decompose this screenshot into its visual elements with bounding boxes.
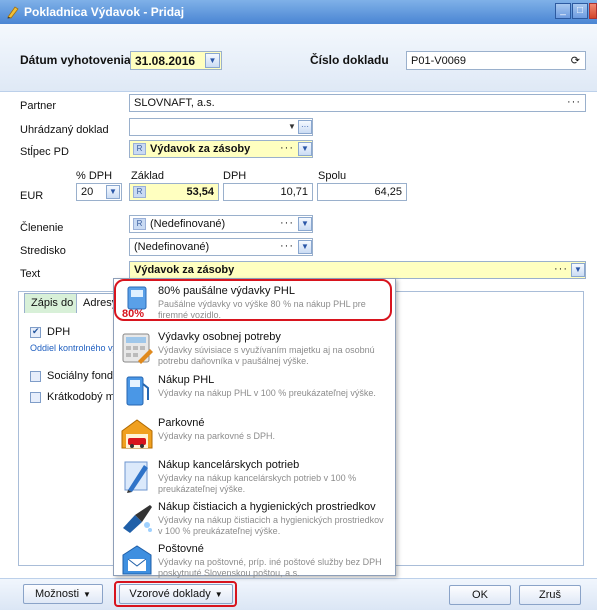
partner-field[interactable]: SLOVNAFT, a.s. ···	[129, 94, 586, 112]
currency-label: EUR	[20, 190, 44, 202]
menu-item-desc: Výdavky na poštovné, príp. iné poštové s…	[158, 557, 382, 578]
zaklad-label: Základ	[131, 170, 165, 182]
menu-item-desc: Výdavky na parkovné s DPH.	[158, 431, 276, 441]
stredisko-ellipsis-button[interactable]: ···	[280, 240, 294, 252]
calculator-icon	[120, 331, 154, 365]
clenenie-r-badge: R	[133, 218, 146, 230]
garage-car-icon	[120, 417, 154, 451]
socialny-fond-checkbox[interactable]	[30, 371, 41, 382]
text-field[interactable]: Výdavok za zásoby ··· ▼	[129, 261, 586, 279]
tab-adresy[interactable]: Adresy	[76, 293, 116, 313]
menu-item-title: Nákup PHL	[158, 374, 215, 386]
stlpec-value: Výdavok za zásoby	[150, 143, 251, 155]
close-button[interactable]	[589, 3, 597, 19]
vzorove-doklady-menu: 80% 80% paušálne výdavky PHL Paušálne vý…	[113, 278, 396, 578]
moznosti-label: Možnosti	[35, 588, 80, 600]
clenenie-label: Členenie	[20, 222, 64, 234]
stlpec-dropdown-button[interactable]: ▼	[298, 142, 312, 156]
mailbox-icon	[120, 543, 154, 577]
dph-label: DPH	[223, 170, 247, 182]
menu-item-desc: Výdavky na nákup PHL v 100 % preukázateľ…	[158, 388, 376, 398]
docno-field[interactable]: P01-V0069 ⟳	[406, 51, 586, 70]
menu-item-title: Nákup kancelárskych potrieb	[158, 459, 300, 471]
socialny-fond-label: Sociálny fond	[47, 370, 114, 382]
stredisko-label: Stredisko	[20, 245, 66, 257]
kratkodoby-label: Krátkodobý ma	[47, 391, 121, 403]
window-title: Pokladnica Výdavok - Pridaj	[24, 5, 185, 19]
clenenie-value: (Nedefinované)	[150, 218, 226, 230]
cleaning-brush-icon	[120, 501, 154, 535]
annotation-highlight-first-item	[114, 279, 392, 321]
window-title-bar: Pokladnica Výdavok - Pridaj _ □	[0, 0, 597, 24]
partner-ellipsis-button[interactable]: ···	[567, 96, 581, 108]
vat-pct-label: % DPH	[76, 170, 113, 182]
docno-value: P01-V0069	[411, 55, 467, 67]
ok-button[interactable]: OK	[449, 585, 511, 605]
menu-item-desc: Výdavky na nákup čistiacich a hygienický…	[158, 515, 384, 536]
menu-item-title: Poštovné	[158, 543, 204, 555]
dph-value: 10,71	[280, 186, 308, 198]
text-label: Text	[20, 268, 41, 280]
vat-pct-field[interactable]: 20 ▼	[76, 183, 122, 201]
clenenie-ellipsis-button[interactable]: ···	[280, 217, 294, 229]
text-dropdown-button[interactable]: ▼	[571, 263, 585, 277]
tab-zapis-do[interactable]: Zápis do	[24, 293, 81, 313]
moznosti-button[interactable]: Možnosti ▼	[23, 584, 103, 604]
stredisko-field[interactable]: (Nedefinované) ··· ▼	[129, 238, 313, 256]
dph-checkbox[interactable]	[30, 326, 41, 338]
menu-item-desc: Výdavky na nákup kancelárskych potrieb v…	[158, 473, 357, 494]
text-value: Výdavok za zásoby	[134, 264, 235, 276]
stlpec-ellipsis-button[interactable]: ···	[280, 142, 294, 154]
minimize-button[interactable]: _	[555, 3, 571, 19]
stlpec-r-badge: R	[133, 143, 146, 155]
menu-item-title: Výdavky osobnej potreby	[158, 331, 281, 343]
uhradzany-label: Uhrádzaný doklad	[20, 124, 109, 136]
menu-item-desc: Výdavky súvisiace s využívaním majetku a…	[158, 345, 375, 366]
menu-item-postovne[interactable]: Poštovné Výdavky na poštovné, príp. iné …	[114, 537, 395, 595]
menu-item-title: Parkovné	[158, 417, 205, 429]
date-value: 31.08.2016	[135, 54, 196, 68]
stlpec-field[interactable]: R Výdavok za zásoby ··· ▼	[129, 140, 313, 158]
spolu-field[interactable]: 64,25	[317, 183, 407, 201]
uhradzany-field[interactable]: ▼ ···	[129, 118, 313, 136]
oddiel-link[interactable]: Oddiel kontrolného vy	[30, 343, 117, 353]
maximize-button[interactable]: □	[572, 3, 588, 19]
partner-value: SLOVNAFT, a.s.	[134, 97, 215, 109]
kratkodoby-checkbox[interactable]	[30, 392, 41, 403]
zrus-button[interactable]: Zruš	[519, 585, 581, 605]
zaklad-value: 53,54	[186, 186, 214, 198]
zaklad-r-badge: R	[133, 186, 146, 198]
chevron-down-icon: ▼	[83, 590, 91, 599]
dph-checkbox-label: DPH	[47, 326, 71, 338]
stlpec-label: Stĺpec PD	[20, 146, 69, 158]
vat-pct-value: 20	[81, 186, 94, 198]
stredisko-value: (Nedefinované)	[134, 241, 210, 253]
dph-field[interactable]: 10,71	[223, 183, 313, 201]
vat-pct-dropdown-button[interactable]: ▼	[106, 185, 120, 199]
zaklad-field[interactable]: R 53,54	[129, 183, 219, 201]
date-dropdown-button[interactable]: ▼	[205, 53, 220, 68]
docno-label: Číslo dokladu	[310, 53, 389, 67]
stredisko-dropdown-button[interactable]: ▼	[298, 240, 312, 254]
fuel-pump-icon	[120, 374, 154, 408]
clenenie-field[interactable]: R (Nedefinované) ··· ▼	[129, 215, 313, 233]
menu-item-title: Nákup čistiacich a hygienických prostrie…	[158, 501, 376, 513]
chevron-down-icon[interactable]: ▼	[288, 122, 296, 131]
spolu-value: 64,25	[374, 186, 402, 198]
text-ellipsis-button[interactable]: ···	[554, 263, 568, 275]
date-label: Dátum vyhotovenia	[20, 53, 131, 67]
uhradzany-ellipsis-button[interactable]: ···	[298, 120, 312, 134]
app-icon	[7, 6, 19, 19]
clenenie-dropdown-button[interactable]: ▼	[298, 217, 312, 231]
spolu-label: Spolu	[318, 170, 347, 182]
refresh-icon[interactable]: ⟳	[571, 54, 580, 67]
partner-label: Partner	[20, 100, 57, 112]
pen-paper-icon	[120, 459, 154, 493]
